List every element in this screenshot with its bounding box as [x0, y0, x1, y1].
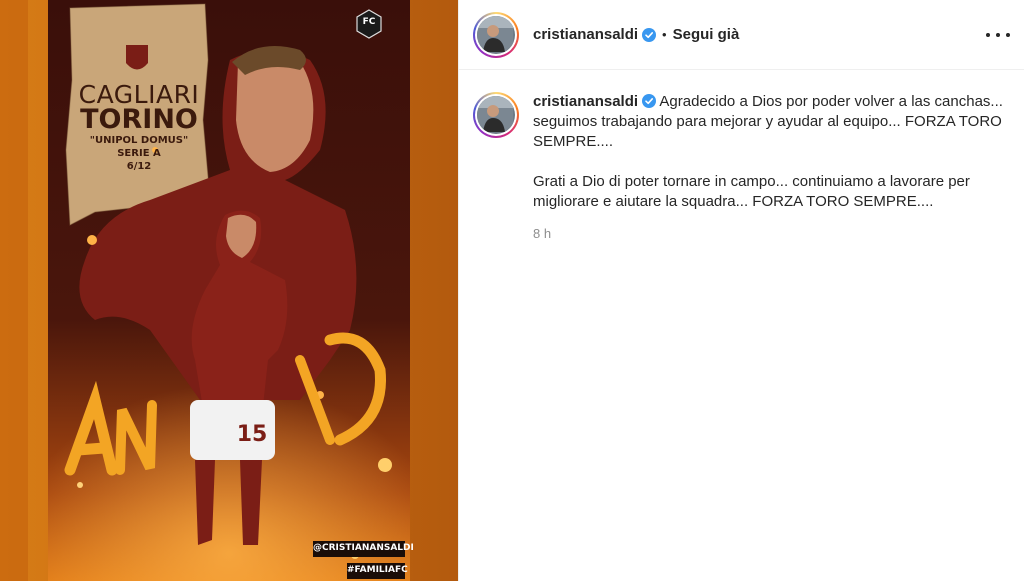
poster-fc-badge: FC [362, 17, 376, 27]
poster-user-tag: @CRISTIANANSALDI [313, 543, 414, 553]
post-caption: cristianansaldi Agradecido a Dios por po… [459, 70, 1024, 244]
caption-italian: Grati a Dio di poter tornare in campo...… [533, 173, 975, 210]
poster-shirt-number: 15 [236, 422, 268, 447]
header-separator: • [662, 27, 667, 42]
poster-artwork [0, 0, 458, 581]
more-options-button[interactable] [986, 24, 1010, 46]
poster-venue: "UNIPOL DOMUS" [89, 135, 189, 146]
poster-away-team: TORINO [80, 104, 198, 135]
verified-badge-icon [642, 94, 657, 108]
following-button[interactable]: Segui già [673, 26, 740, 43]
post-header: cristianansaldi • Segui già [459, 0, 1024, 70]
header-username[interactable]: cristianansaldi [533, 26, 638, 43]
caption-avatar[interactable] [473, 92, 519, 138]
verified-badge-icon [642, 27, 657, 42]
post-info-pane: cristianansaldi • Segui già cristianansa… [458, 0, 1024, 581]
poster-league: SERIE A [117, 148, 161, 159]
avatar[interactable] [473, 11, 519, 58]
caption-username[interactable]: cristianansaldi [533, 93, 638, 110]
post-timestamp[interactable]: 8 h [533, 224, 1003, 244]
caption-body: cristianansaldi Agradecido a Dios por po… [533, 92, 1003, 244]
poster-date: 6/12 [126, 161, 152, 172]
poster-hashtag: #FAMILIAFC [347, 565, 408, 575]
post-media[interactable]: CAGLIARI TORINO "UNIPOL DOMUS" SERIE A 6… [0, 0, 458, 581]
caption-text-es: cristianansaldi Agradecido a Dios por po… [533, 92, 1003, 152]
more-horizontal-icon [986, 33, 990, 37]
